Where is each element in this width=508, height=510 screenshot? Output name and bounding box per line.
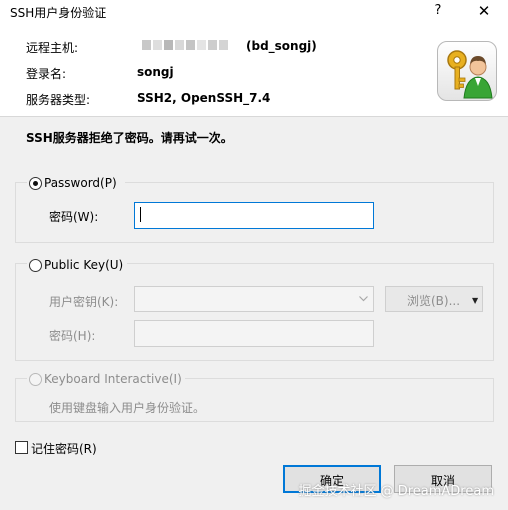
key-user-icon [437,41,497,101]
password-radio[interactable] [29,177,42,190]
remember-password-option[interactable]: 记住密码(R) [15,439,105,456]
user-key-label: 用户密钥(K): [49,295,119,309]
watermark-text: 掘金技术社区 @ DreamADream [298,484,494,499]
user-key-select[interactable] [134,286,374,312]
remote-host-value: (bd_songj) [246,39,317,53]
window-title: SSH用户身份验证 [10,6,107,20]
browse-arrow-icon: ▼ [472,296,479,305]
keyboard-interactive-description: 使用键盘输入用户身份验证。 [49,401,206,415]
dropdown-arrow-icon [359,296,368,302]
keyboard-interactive-option[interactable]: Keyboard Interactive(I) [27,371,185,387]
browse-button[interactable]: 浏览(B)... ▼ [385,286,483,312]
server-type-label: 服务器类型: [26,93,91,107]
public-key-radio-label: Public Key(U) [44,258,124,272]
help-icon[interactable]: ? [424,0,452,22]
password-radio-label: Password(P) [44,176,117,190]
header-separator [0,116,508,117]
keyboard-interactive-radio[interactable] [29,373,42,386]
close-icon[interactable]: ✕ [468,0,500,22]
key-passphrase-input[interactable] [134,320,374,347]
remote-host-redacted [142,37,230,51]
public-key-option[interactable]: Public Key(U) [27,257,127,273]
remember-password-label: 记住密码(R) [31,442,97,456]
password-field-label: 密码(W): [49,210,99,224]
public-key-radio[interactable] [29,259,42,272]
password-option[interactable]: Password(P) [27,175,125,191]
key-passphrase-label: 密码(H): [49,329,96,343]
remote-host-label: 远程主机: [26,41,79,55]
server-type-value: SSH2, OpenSSH_7.4 [137,91,271,105]
browse-button-label: 浏览(B)... [407,294,461,308]
keyboard-interactive-label: Keyboard Interactive(I) [44,372,182,386]
text-caret [140,207,141,222]
login-label: 登录名: [26,67,67,81]
login-value: songj [137,65,174,79]
title-bar: SSH用户身份验证 ? ✕ [0,0,508,24]
password-input[interactable] [134,202,374,229]
error-message: SSH服务器拒绝了密码。请再试一次。 [26,131,233,145]
remember-password-checkbox[interactable] [15,441,28,454]
